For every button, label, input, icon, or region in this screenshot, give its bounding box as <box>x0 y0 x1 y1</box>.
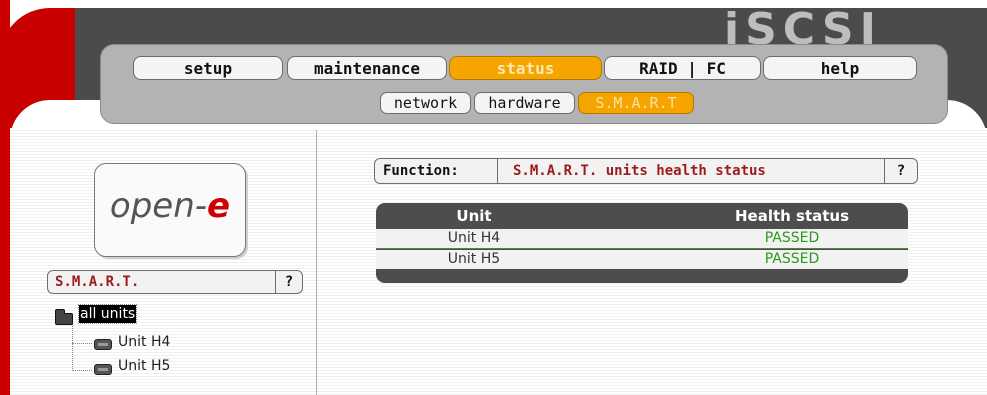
function-bar: Function: S.M.A.R.T. units health status… <box>374 158 918 184</box>
logo-suffix: e <box>207 186 231 226</box>
unit-cell: Unit H4 <box>447 230 501 246</box>
subtab-hardware[interactable]: hardware <box>474 92 575 114</box>
unit-cell: Unit H5 <box>447 251 501 267</box>
tree-item-unit-h5[interactable]: Unit H5 <box>118 358 170 374</box>
column-header-health: Health status <box>734 207 850 225</box>
drives-group-icon <box>55 309 73 325</box>
tree-item-unit-h4[interactable]: Unit H4 <box>118 334 170 350</box>
tab-setup[interactable]: setup <box>133 56 283 80</box>
tab-help[interactable]: help <box>763 56 917 80</box>
table-row: Unit H5 PASSED <box>376 250 908 269</box>
tab-maintenance[interactable]: maintenance <box>287 56 447 80</box>
disk-icon <box>94 339 112 350</box>
tree-connector-branch <box>72 370 92 371</box>
disk-icon <box>94 364 112 375</box>
function-label: Function: <box>383 163 459 179</box>
subtab-network[interactable]: network <box>380 92 471 114</box>
tree-connector <box>72 322 73 371</box>
open-e-logo: open-e <box>94 163 246 257</box>
tab-status[interactable]: status <box>449 56 602 80</box>
table-header: Unit Health status <box>376 203 908 229</box>
table-row: Unit H4 PASSED <box>376 229 908 249</box>
open-e-logo-text: open-e <box>95 186 245 226</box>
function-value: S.M.A.R.T. units health status <box>513 163 766 179</box>
tree-item-all-units[interactable]: all units <box>77 304 138 324</box>
subtab-smart[interactable]: S.M.A.R.T <box>578 92 694 114</box>
health-cell: PASSED <box>764 251 820 267</box>
smart-section-title: S.M.A.R.T. <box>55 274 140 290</box>
health-cell: PASSED <box>764 230 820 246</box>
smart-help-button[interactable]: ? <box>275 271 302 293</box>
logo-prefix: open- <box>109 186 208 226</box>
vertical-divider <box>316 130 317 395</box>
smart-section-header: S.M.A.R.T. ? <box>47 270 303 294</box>
tab-raid-fc[interactable]: RAID | FC <box>604 56 761 80</box>
tree-connector-branch <box>72 343 92 344</box>
function-help-button[interactable]: ? <box>884 159 917 183</box>
health-status-table: Unit Health status Unit H4 PASSED Unit H… <box>376 203 908 283</box>
column-header-unit: Unit <box>456 207 492 225</box>
function-separator <box>497 159 498 183</box>
